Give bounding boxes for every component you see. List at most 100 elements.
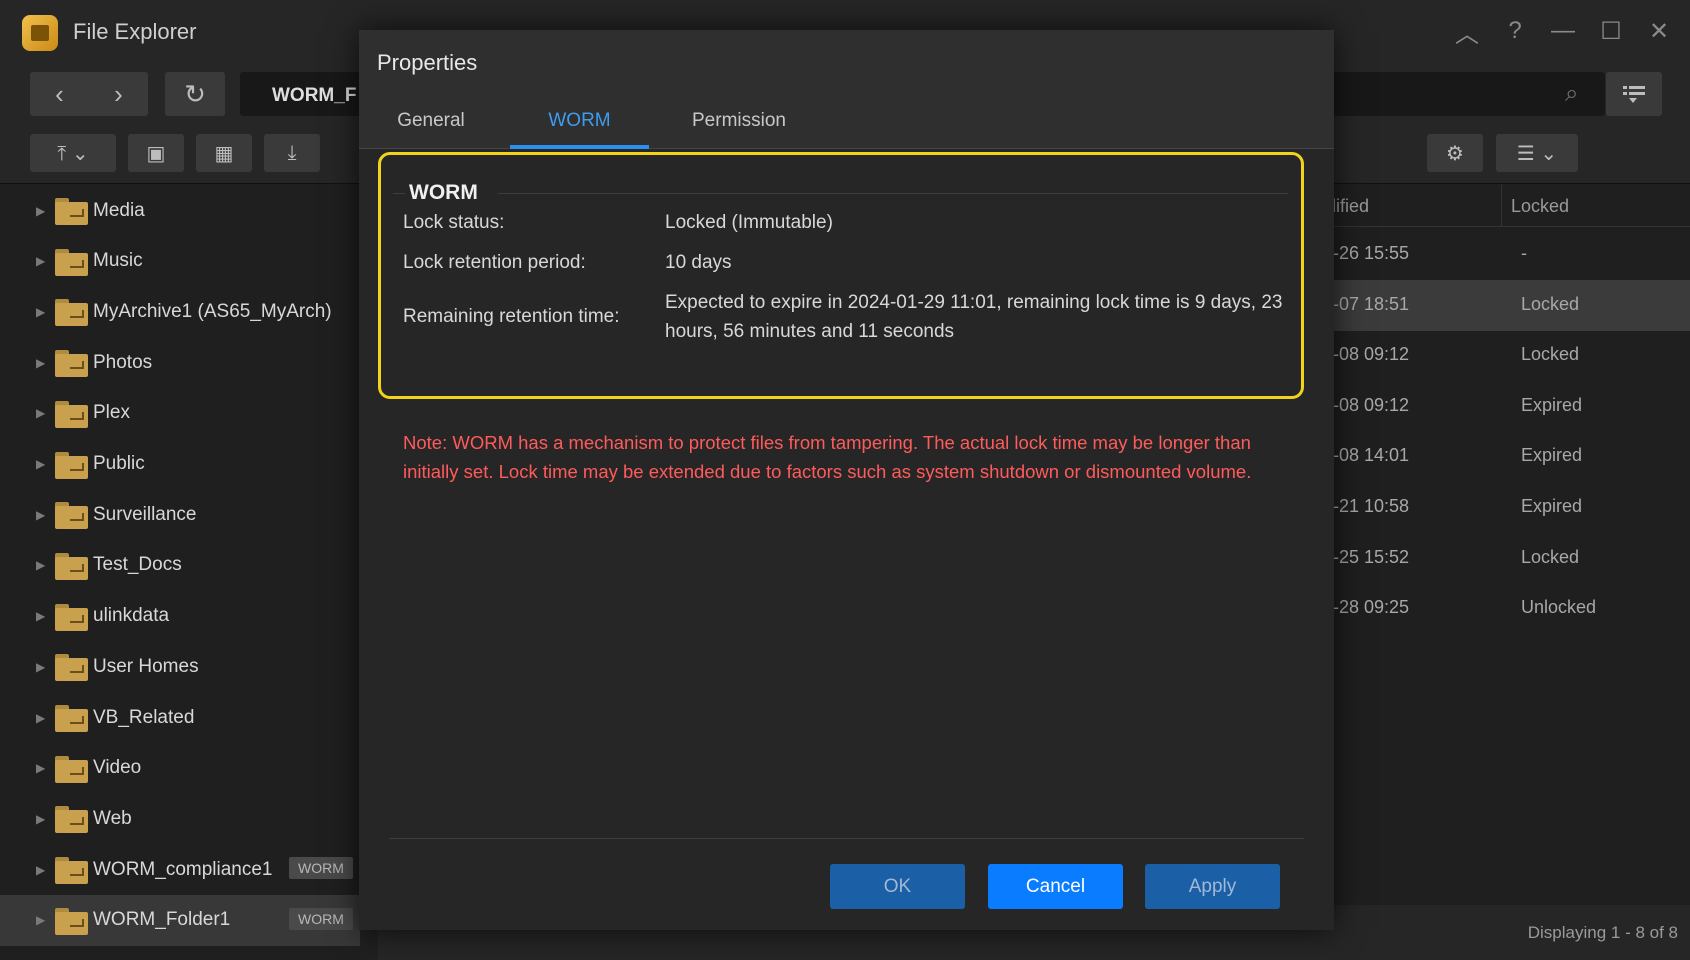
sidebar-item[interactable]: ▶ Photos <box>0 337 360 388</box>
sidebar-item-label: Video <box>93 757 142 779</box>
sidebar-item-label: Web <box>93 807 132 829</box>
locked-cell: Expired <box>1521 445 1583 466</box>
minimize-icon[interactable]: — <box>1550 16 1576 46</box>
list-mode-icon: ☰ ⌄ <box>1516 142 1558 165</box>
close-icon[interactable]: ✕ <box>1646 16 1672 46</box>
window-controls: ︿ ? — ☐ ✕ <box>1454 16 1672 48</box>
sidebar-item-label: Surveillance <box>93 503 197 525</box>
sidebar-item-label: Test_Docs <box>93 554 182 576</box>
view-options-button[interactable] <box>1606 72 1662 116</box>
expand-caret-icon[interactable]: ▶ <box>36 913 45 927</box>
sidebar-item[interactable]: ▶ Music <box>0 236 360 287</box>
sidebar-item-label: VB_Related <box>93 706 195 728</box>
expand-caret-icon[interactable]: ▶ <box>36 356 45 370</box>
path-text: WORM_F <box>272 85 357 106</box>
tab-general[interactable]: General <box>359 110 503 149</box>
new-shared-folder-button[interactable]: ▦ <box>196 134 252 172</box>
worm-badge: WORM <box>289 857 353 880</box>
retention-period-value: 10 days <box>665 252 732 273</box>
properties-dialog: Properties General WORM Permission WORM … <box>359 30 1334 930</box>
download-button[interactable]: ⤓ <box>264 134 320 172</box>
add-folder-icon: ▦ <box>214 142 234 165</box>
sidebar-item[interactable]: ▶ WORM_compliance1 WORM <box>0 844 360 895</box>
modified-cell: -25 15:52 <box>1333 546 1410 567</box>
modified-cell: -26 15:55 <box>1333 243 1410 263</box>
sidebar-item[interactable]: ▶ WORM_Folder1 WORM <box>0 894 360 946</box>
sidebar-item-label: MyArchive1 (AS65_MyArch) <box>93 300 332 322</box>
sidebar-item[interactable]: ▶ ulinkdata <box>0 591 360 642</box>
ok-button[interactable]: OK <box>830 864 965 909</box>
sidebar-item[interactable]: ▶ Web <box>0 793 360 844</box>
tab-permission[interactable]: Permission <box>659 110 819 149</box>
dialog-title: Properties <box>377 50 478 75</box>
folder-tree: ▶ Media ▶ Music ▶ MyArchive1 (AS65_MyArch) ▶ Ph… <box>0 185 360 960</box>
collapse-icon[interactable]: ︿ <box>1454 16 1480 48</box>
sidebar-item-label: Plex <box>93 402 130 424</box>
shared-folder-icon <box>55 705 88 732</box>
sidebar-item-label: User Homes <box>93 655 199 677</box>
modified-cell: -08 09:12 <box>1333 394 1410 415</box>
modified-cell: -21 10:58 <box>1333 496 1410 516</box>
expand-caret-icon[interactable]: ▶ <box>36 863 45 877</box>
expand-caret-icon[interactable]: ▶ <box>36 609 45 623</box>
shared-folder-icon <box>55 907 88 935</box>
sidebar-item-label: Photos <box>93 351 153 373</box>
new-folder-button[interactable]: ▣ <box>128 134 184 172</box>
shared-folder-icon <box>55 248 88 276</box>
locked-cell: Expired <box>1521 496 1583 516</box>
cancel-button[interactable]: Cancel <box>988 864 1123 909</box>
column-divider[interactable] <box>1501 185 1502 227</box>
expand-caret-icon[interactable]: ▶ <box>36 812 45 826</box>
shared-folder-icon <box>55 299 88 327</box>
fieldset-border <box>498 193 1288 194</box>
expand-caret-icon[interactable]: ▶ <box>36 711 45 725</box>
expand-caret-icon[interactable]: ▶ <box>36 305 45 319</box>
expand-caret-icon[interactable]: ▶ <box>36 457 45 471</box>
modified-cell: -28 09:25 <box>1333 597 1410 618</box>
expand-caret-icon[interactable]: ▶ <box>36 660 45 674</box>
apply-button[interactable]: Apply <box>1145 864 1280 909</box>
expand-caret-icon[interactable]: ▶ <box>36 558 45 572</box>
list-mode-button[interactable]: ☰ ⌄ <box>1496 134 1578 172</box>
shared-folder-icon <box>55 400 88 428</box>
expand-caret-icon[interactable]: ▶ <box>36 406 45 420</box>
forward-button[interactable]: › <box>89 72 148 116</box>
sidebar-item[interactable]: ▶ Public <box>0 439 360 490</box>
sidebar-item-label: ulinkdata <box>93 605 170 627</box>
locked-cell: Locked <box>1521 344 1580 365</box>
sidebar-item[interactable]: ▶ User Homes <box>0 641 360 692</box>
sidebar-item[interactable]: ▶ MyArchive1 (AS65_MyArch) <box>0 286 360 337</box>
modified-cell: -08 14:01 <box>1333 445 1410 466</box>
dialog-header: Properties General WORM Permission <box>359 30 1334 149</box>
expand-caret-icon[interactable]: ▶ <box>36 508 45 522</box>
sidebar-item[interactable]: ▶ Plex <box>0 388 360 439</box>
worm-badge: WORM <box>289 907 353 930</box>
upload-button[interactable]: ⤒ ⌄ <box>30 134 116 172</box>
sidebar-item-label: WORM_Folder1 <box>93 909 231 931</box>
sidebar-item[interactable]: ▶ Test_Docs <box>0 540 360 591</box>
search-icon[interactable]: ⌕ <box>1565 80 1578 108</box>
lock-status-value: Locked (Immutable) <box>665 212 833 233</box>
settings-button[interactable]: ⚙ <box>1427 134 1483 172</box>
expand-caret-icon[interactable]: ▶ <box>36 761 45 775</box>
expand-caret-icon[interactable]: ▶ <box>36 204 45 218</box>
expand-caret-icon[interactable]: ▶ <box>36 254 45 268</box>
shared-folder-icon <box>55 451 88 479</box>
help-icon[interactable]: ? <box>1502 16 1528 46</box>
refresh-icon: ↻ <box>184 78 206 109</box>
locked-cell: Unlocked <box>1521 597 1597 618</box>
sidebar-item-label: Public <box>93 453 145 474</box>
refresh-button[interactable]: ↻ <box>165 72 225 116</box>
column-locked[interactable]: Locked <box>1511 196 1569 217</box>
sidebar-item[interactable]: ▶ Media <box>0 185 360 236</box>
tab-worm[interactable]: WORM <box>510 110 649 149</box>
footer-divider <box>389 838 1304 839</box>
lock-status-label: Lock status: <box>403 212 505 233</box>
sidebar-item[interactable]: ▶ VB_Related <box>0 692 360 743</box>
locked-cell: Locked <box>1521 293 1580 314</box>
sidebar-item[interactable]: ▶ Video <box>0 743 360 794</box>
back-button[interactable]: ‹ <box>30 72 89 116</box>
modified-cell: -08 09:12 <box>1333 344 1410 365</box>
maximize-icon[interactable]: ☐ <box>1598 16 1624 46</box>
sidebar-item[interactable]: ▶ Surveillance <box>0 489 360 540</box>
